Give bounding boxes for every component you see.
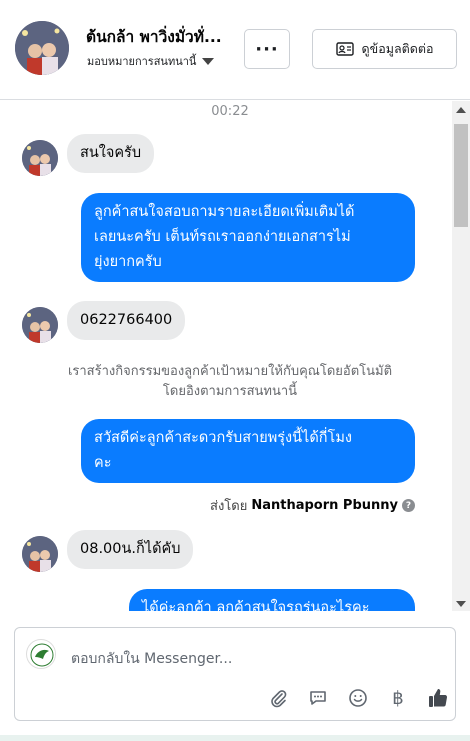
- message-line: ได้ค่ะลูกค้า ลูกค้าสนใจรถรุ่นอะไรคะ: [142, 600, 370, 611]
- message-line: สวัสดีค่ะลูกค้าสะดวกรับสายพรุ่งนี้ได้กี่…: [94, 430, 352, 446]
- sent-by-name: Nanthaporn Pbunny: [251, 498, 398, 513]
- message-line: 08.00น.ก็ได้คับ: [80, 541, 181, 557]
- paperclip-icon[interactable]: [258, 685, 298, 711]
- scroll-down-arrow-icon[interactable]: [456, 601, 466, 607]
- caret-down-icon[interactable]: [202, 57, 215, 65]
- message-list[interactable]: 00:22 สนใจครับ ลูกค้าสนใจสอบถามรายละเอีย…: [0, 101, 470, 611]
- message-line: คะ: [94, 455, 112, 471]
- reply-input[interactable]: ตอบกลับใน Messenger...: [71, 648, 232, 670]
- more-options-button[interactable]: ···: [244, 29, 290, 69]
- message-line: 0622766400: [80, 312, 173, 328]
- contact-name: ต้นกล้า พาวิ่งมั่วทั่...: [86, 28, 222, 46]
- composer-toolbar: ฿: [258, 685, 458, 711]
- help-icon[interactable]: ?: [402, 499, 415, 512]
- contact-avatar[interactable]: [15, 21, 69, 75]
- sent-by: ส่งโดย Nanthaporn Pbunny ?: [210, 495, 415, 516]
- smiley-icon[interactable]: [338, 685, 378, 711]
- sent-by-prefix: ส่งโดย: [210, 499, 248, 514]
- reply-composer[interactable]: ตอบกลับใน Messenger... ฿: [14, 627, 456, 721]
- incoming-message: 08.00น.ก็ได้คับ: [67, 530, 194, 569]
- baht-icon[interactable]: ฿: [378, 685, 418, 711]
- timestamp: 00:22: [211, 104, 249, 119]
- notice-line: โดยอิงตามการสนทนานี้: [162, 384, 298, 399]
- notice-line: เราสร้างกิจกรรมของลูกค้าเป้าหมายให้กับคุ…: [67, 364, 393, 379]
- view-contact-button[interactable]: ดูข้อมูลติดต่อ: [312, 29, 457, 69]
- scrollbar[interactable]: [452, 101, 470, 611]
- scroll-up-arrow-icon[interactable]: [456, 107, 466, 113]
- thumbs-up-icon[interactable]: [418, 685, 458, 711]
- chat-bubble-icon[interactable]: [298, 685, 338, 711]
- baht-glyph: ฿: [392, 687, 404, 709]
- outgoing-message: ได้ค่ะลูกค้า ลูกค้าสนใจรถรุ่นอะไรคะ: [129, 589, 415, 611]
- sender-avatar: [22, 140, 58, 176]
- view-contact-label: ดูข้อมูลติดต่อ: [361, 41, 434, 56]
- page-bottom-strip: [0, 735, 470, 741]
- contact-card-icon: [335, 42, 354, 56]
- outgoing-message: ลูกค้าสนใจสอบถามรายละเอียดเพิ่มเติมได้ เ…: [81, 193, 415, 282]
- message-line: ลูกค้าสนใจสอบถามรายละเอียดเพิ่มเติมได้: [94, 204, 355, 220]
- scrollbar-thumb[interactable]: [454, 124, 468, 227]
- message-line: สนใจครับ: [80, 145, 142, 161]
- incoming-message: สนใจครับ: [67, 134, 155, 173]
- sender-avatar: [22, 536, 58, 572]
- assign-conversation[interactable]: มอบหมายการสนทนานี้: [87, 52, 215, 70]
- message-line: ยุ่งยากครับ: [94, 254, 162, 270]
- assign-label: มอบหมายการสนทนานี้: [87, 55, 197, 68]
- message-line: เลยนะครับ เต็นท์รถเราออกง่ายเอกสารไม่: [94, 229, 351, 245]
- sender-avatar: [22, 307, 58, 343]
- page-logo: [26, 639, 56, 669]
- outgoing-message: สวัสดีค่ะลูกค้าสะดวกรับสายพรุ่งนี้ได้กี่…: [81, 419, 415, 483]
- incoming-message: 0622766400: [67, 301, 186, 340]
- system-notice: เราสร้างกิจกรรมของลูกค้าเป้าหมายให้กับคุ…: [0, 362, 460, 402]
- chat-header: ต้นกล้า พาวิ่งมั่วทั่... มอบหมายการสนทนา…: [0, 0, 470, 100]
